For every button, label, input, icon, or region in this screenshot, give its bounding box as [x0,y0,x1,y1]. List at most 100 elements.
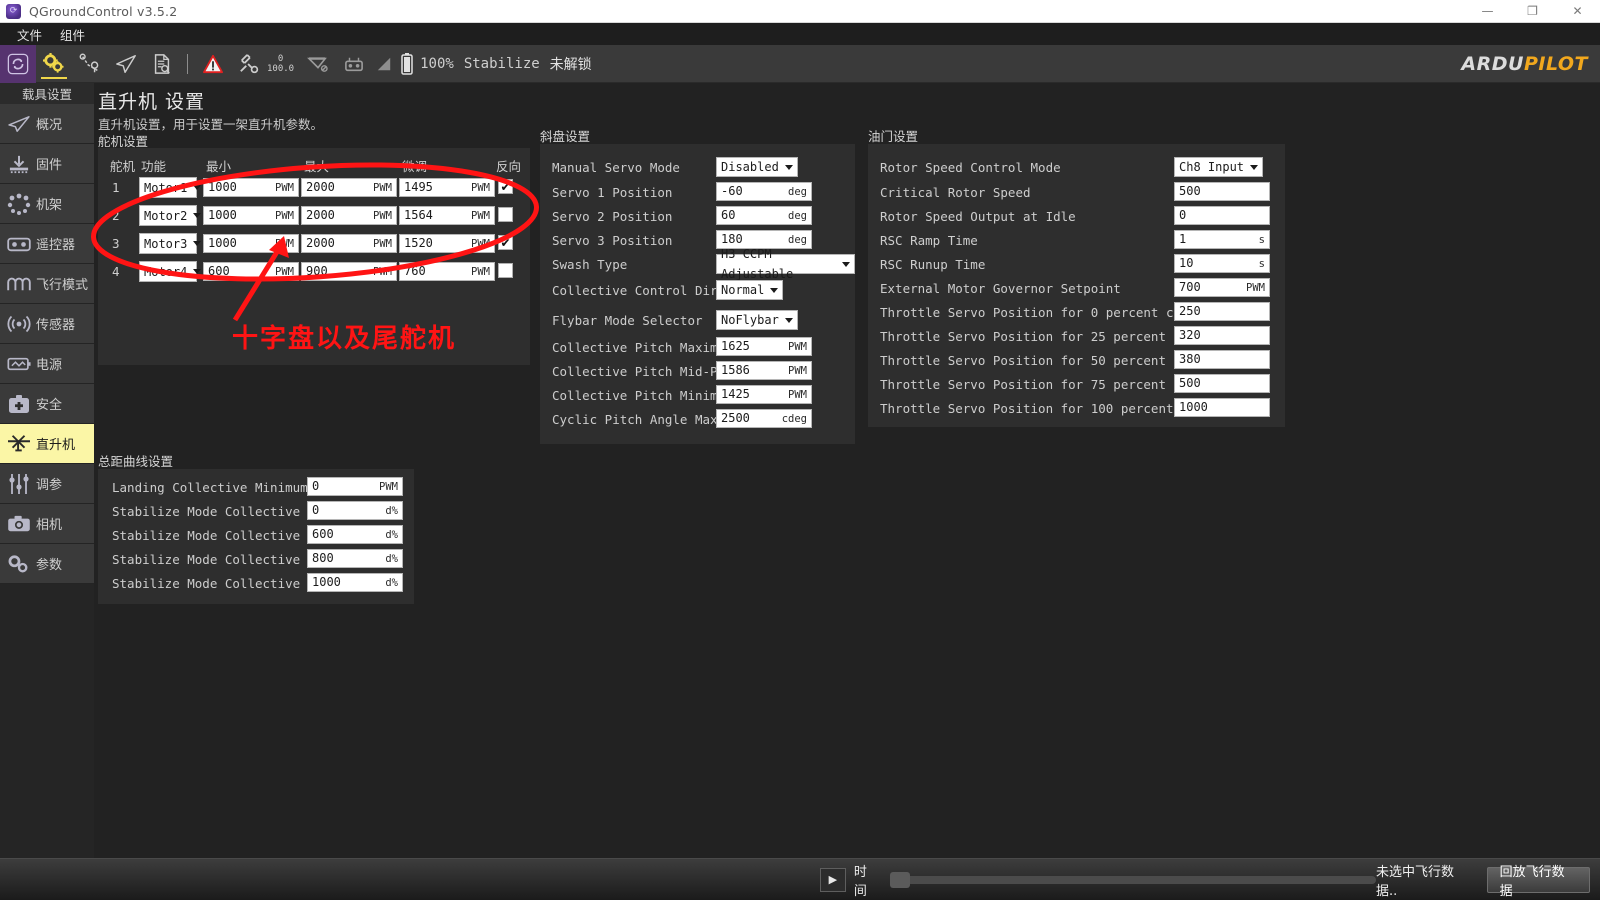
servo-function-dropdown[interactable]: Motor2 [139,205,202,226]
servo-min-unit: PWM [275,265,294,278]
collective-pitch-maximum-input[interactable]: 1625 PWM [716,337,812,356]
servo-min-input[interactable]: 1000 PWM [203,206,299,225]
servo-function-value: Motor2 [144,208,188,223]
rotor-speed-output-idle-input[interactable]: 0 [1174,206,1270,225]
servo-reversed-checkbox[interactable] [498,207,513,222]
servo-reversed-checkbox[interactable]: ✔ [498,179,513,194]
flightmodes-icon [6,272,32,296]
sidebar-item-label: 遥控器 [36,238,76,253]
sidebar-item-sensors[interactable]: 传感器 [0,304,94,344]
servo-max-input[interactable]: 2000 PWM [301,234,397,253]
field-unit: d% [385,504,398,517]
rsc-runup-time-input[interactable]: 10 s [1174,254,1270,273]
sidebar-item-safety[interactable]: 安全 [0,384,94,424]
stabilize-collective-point-1-input[interactable]: 0 d% [307,501,403,520]
sidebar-item-radio[interactable]: 遥控器 [0,224,94,264]
sidebar-item-power[interactable]: 电源 [0,344,94,384]
external-motor-governor-setpoint-input[interactable]: 700 PWM [1174,278,1270,297]
throttle-servo-position-100-input[interactable]: 1000 [1174,398,1270,417]
gears-icon[interactable] [36,45,72,83]
servo-function-dropdown[interactable]: Motor1 [139,177,202,198]
stabilize-collective-point-4-input[interactable]: 1000 d% [307,573,403,592]
minimize-button[interactable]: — [1465,0,1510,23]
sidebar-item-label: 相机 [36,518,63,533]
menu-item-file[interactable]: 文件 [8,23,51,46]
arm-state-label[interactable]: 未解锁 [550,54,592,74]
stabilize-collective-point-2-input[interactable]: 600 d% [307,525,403,544]
servo-min-input[interactable]: 1000 PWM [203,234,299,253]
servo-min-input[interactable]: 1000 PWM [203,178,299,197]
servo-reversed-checkbox[interactable] [498,263,513,278]
field-unit: s [1258,257,1265,270]
plan-waypoint-icon[interactable] [72,45,108,83]
critical-rotor-speed-input[interactable]: 500 [1174,182,1270,201]
flybar-mode-selector-dropdown[interactable]: NoFlybar [716,310,798,330]
servo-col-header-reversed: 反向 [496,159,522,174]
swash-type-dropdown[interactable]: H3 CCPM Adjustable [716,247,855,281]
rotor-speed-control-mode-dropdown[interactable]: Ch8 Input [1174,157,1264,177]
servo-trim-input[interactable]: 1495 PWM [399,178,495,197]
throttle-servo-position-25-input[interactable]: 320 [1174,326,1270,345]
servo-row-number: 1 [112,180,120,195]
helicopter-icon [6,432,32,456]
collective-control-direction-dropdown[interactable]: Normal [716,280,784,300]
swash-section-label: 斜盘设置 [540,129,591,144]
landing-collective-minimum-input[interactable]: 0 PWM [307,477,403,496]
sidebar-item-label: 传感器 [36,318,76,333]
signal-bars-icon[interactable] [372,45,396,83]
menu-item-components[interactable]: 组件 [51,23,94,46]
cyclic-pitch-angle-max-input[interactable]: 2500 cdeg [716,409,812,428]
fly-paperplane-icon[interactable] [108,45,144,83]
field-value: 1425 [721,387,750,401]
battery-icon[interactable] [396,45,418,83]
sidebar-item-camera[interactable]: 相机 [0,504,94,544]
time-slider-knob[interactable] [889,871,910,888]
servo-function-dropdown[interactable]: Motor4 [139,261,202,282]
analyze-document-icon[interactable] [144,45,180,83]
sidebar-item-summary[interactable]: 概况 [0,104,94,144]
close-button[interactable]: ✕ [1555,0,1600,23]
sidebar-item-parameters[interactable]: 参数 [0,544,94,584]
collective-pitch-midpoint-input[interactable]: 1586 PWM [716,361,812,380]
sidebar-item-airframe[interactable]: 机架 [0,184,94,224]
sidebar-item-firmware[interactable]: 固件 [0,144,94,184]
sidebar-item-label: 固件 [36,158,63,173]
swash-row-label: Swash Type [552,257,628,272]
servo-max-input[interactable]: 2000 PWM [301,206,397,225]
telemetry-icon[interactable] [300,45,336,83]
field-value: 320 [1179,328,1201,342]
qgc-home-icon[interactable] [0,44,36,83]
servo-max-input[interactable]: 900 PWM [301,262,397,281]
check-icon: ✔ [500,235,511,250]
time-slider[interactable] [889,871,1377,888]
manual-servo-mode-dropdown[interactable]: Disabled [716,157,798,177]
rsc-ramp-time-input[interactable]: 1s [1174,230,1270,249]
servo-trim-input[interactable]: 1520 PWM [399,234,495,253]
sidebar-item-tuning[interactable]: 调参 [0,464,94,504]
warning-triangle-icon[interactable] [195,45,231,83]
sidebar-item-flightmodes[interactable]: 飞行模式 [0,264,94,304]
play-button[interactable]: ▶ [820,867,846,892]
servo-reversed-checkbox[interactable]: ✔ [498,235,513,250]
servo-trim-input[interactable]: 760 PWM [399,262,495,281]
sidebar-item-helicopter[interactable]: 直升机 [0,424,94,464]
servo-1-position-input[interactable]: -60 deg [716,182,812,201]
maximize-button[interactable]: ❐ [1510,0,1555,23]
throttle-servo-position-75-input[interactable]: 500 [1174,374,1270,393]
flight-mode-label[interactable]: Stabilize [464,56,540,72]
servo-function-dropdown[interactable]: Motor3 [139,233,202,254]
field-value: 500 [1179,376,1201,390]
rc-controller-icon[interactable] [336,45,372,83]
throttle-servo-position-0-input[interactable]: 250 [1174,302,1270,321]
satellite-icon[interactable] [231,45,267,83]
stabilize-collective-point-3-input[interactable]: 800 d% [307,549,403,568]
servo-max-input[interactable]: 2000 PWM [301,178,397,197]
throttle-servo-position-50-input[interactable]: 380 [1174,350,1270,369]
load-flight-data-button[interactable]: 回放飞行数据 [1486,865,1590,899]
servo-min-input[interactable]: 600 PWM [203,262,299,281]
collective-pitch-minimum-input[interactable]: 1425 PWM [716,385,812,404]
servo-2-position-input[interactable]: 60 deg [716,206,812,225]
chevron-down-icon [1250,164,1259,170]
field-unit: PWM [379,480,398,493]
servo-trim-input[interactable]: 1564 PWM [399,206,495,225]
